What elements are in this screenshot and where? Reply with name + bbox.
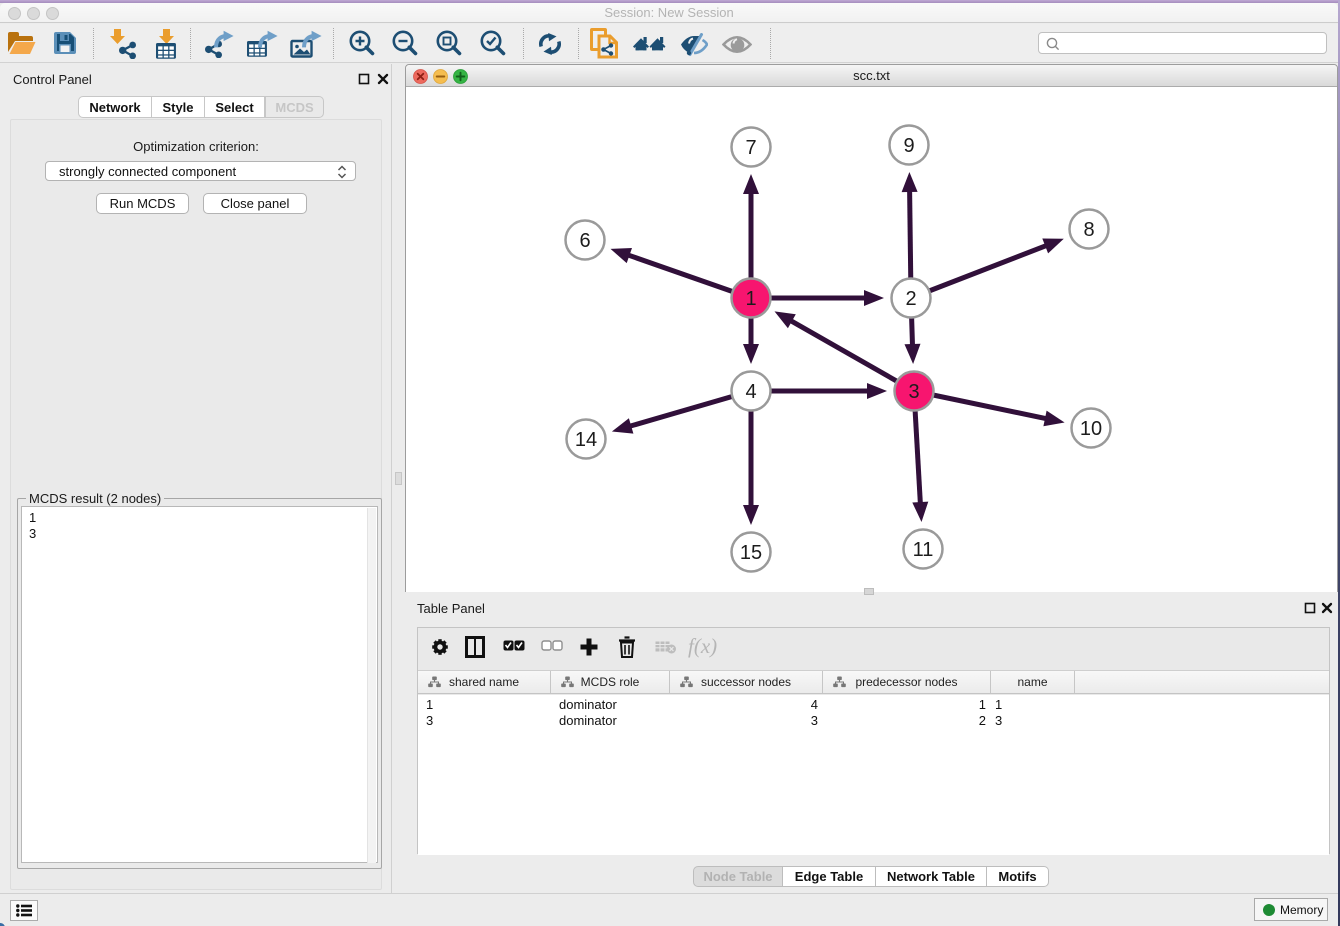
svg-text:11: 11 xyxy=(913,539,934,561)
svg-text:4: 4 xyxy=(745,381,756,403)
svg-text:10: 10 xyxy=(1080,418,1102,440)
svg-text:6: 6 xyxy=(579,230,590,252)
svg-text:1: 1 xyxy=(745,288,756,310)
svg-text:3: 3 xyxy=(908,381,919,403)
svg-text:15: 15 xyxy=(740,542,762,564)
svg-text:2: 2 xyxy=(905,288,916,310)
svg-text:8: 8 xyxy=(1083,219,1094,241)
svg-text:14: 14 xyxy=(575,429,597,451)
svg-text:7: 7 xyxy=(745,137,756,159)
svg-text:9: 9 xyxy=(903,135,914,157)
